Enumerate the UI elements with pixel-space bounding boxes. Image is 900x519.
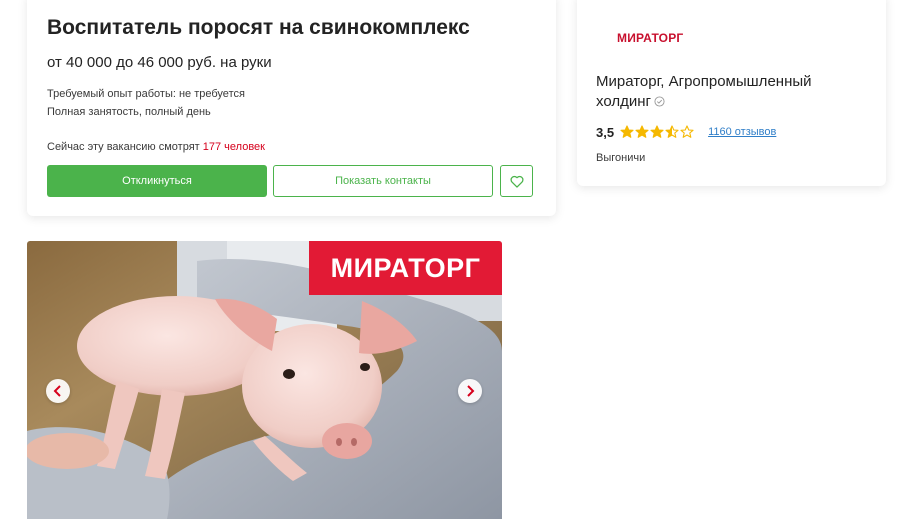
employer-rating: 3,5 xyxy=(596,124,615,140)
star-full-icon xyxy=(650,125,664,138)
star-empty-icon xyxy=(680,125,694,138)
star-full-icon xyxy=(635,125,649,138)
vacancy-employment: Полная занятость, полный день xyxy=(47,106,211,118)
apply-button[interactable]: Откликнуться xyxy=(47,165,267,197)
chevron-right-icon xyxy=(467,385,475,397)
carousel-next-button[interactable] xyxy=(458,379,482,403)
employer-logo[interactable]: МИРАТОРГ xyxy=(617,31,683,45)
rating-stars xyxy=(620,125,694,139)
carousel-prev-button[interactable] xyxy=(46,379,70,403)
employer-location: Выгоничи xyxy=(596,152,646,164)
vacancy-viewers: Сейчас эту вакансию смотрят 177 человек xyxy=(47,141,265,153)
vacancy-salary: от 40 000 до 46 000 руб. на руки xyxy=(47,54,272,71)
heart-icon xyxy=(509,175,524,188)
vacancy-card: Воспитатель поросят на свинокомплекс от … xyxy=(27,0,556,216)
employer-rating-row: 3,5 1160 отзывов xyxy=(596,123,776,141)
chevron-left-icon xyxy=(53,385,61,397)
check-circle-icon xyxy=(654,96,665,107)
vacancy-title: Воспитатель поросят на свинокомплекс xyxy=(47,16,470,39)
employer-name-text[interactable]: Мираторг, Агропромышленный холдинг xyxy=(596,73,812,110)
viewers-prefix: Сейчас эту вакансию смотрят xyxy=(47,141,203,153)
employer-reviews-link[interactable]: 1160 отзывов xyxy=(708,126,776,138)
viewers-count: 177 человек xyxy=(202,141,265,153)
employer-card: МИРАТОРГ Мираторг, Агропромышленный холд… xyxy=(577,0,886,186)
star-half-icon xyxy=(665,125,679,138)
photo-carousel[interactable]: МИРАТОРГ xyxy=(27,241,502,519)
employer-name[interactable]: Мираторг, Агропромышленный холдинг xyxy=(596,72,866,112)
brand-banner: МИРАТОРГ xyxy=(309,241,502,295)
favorite-button[interactable] xyxy=(500,165,533,197)
vacancy-experience: Требуемый опыт работы: не требуется xyxy=(47,88,245,100)
show-contacts-button[interactable]: Показать контакты xyxy=(273,165,493,197)
page: Воспитатель поросят на свинокомплекс от … xyxy=(0,0,900,519)
star-full-icon xyxy=(620,125,634,138)
